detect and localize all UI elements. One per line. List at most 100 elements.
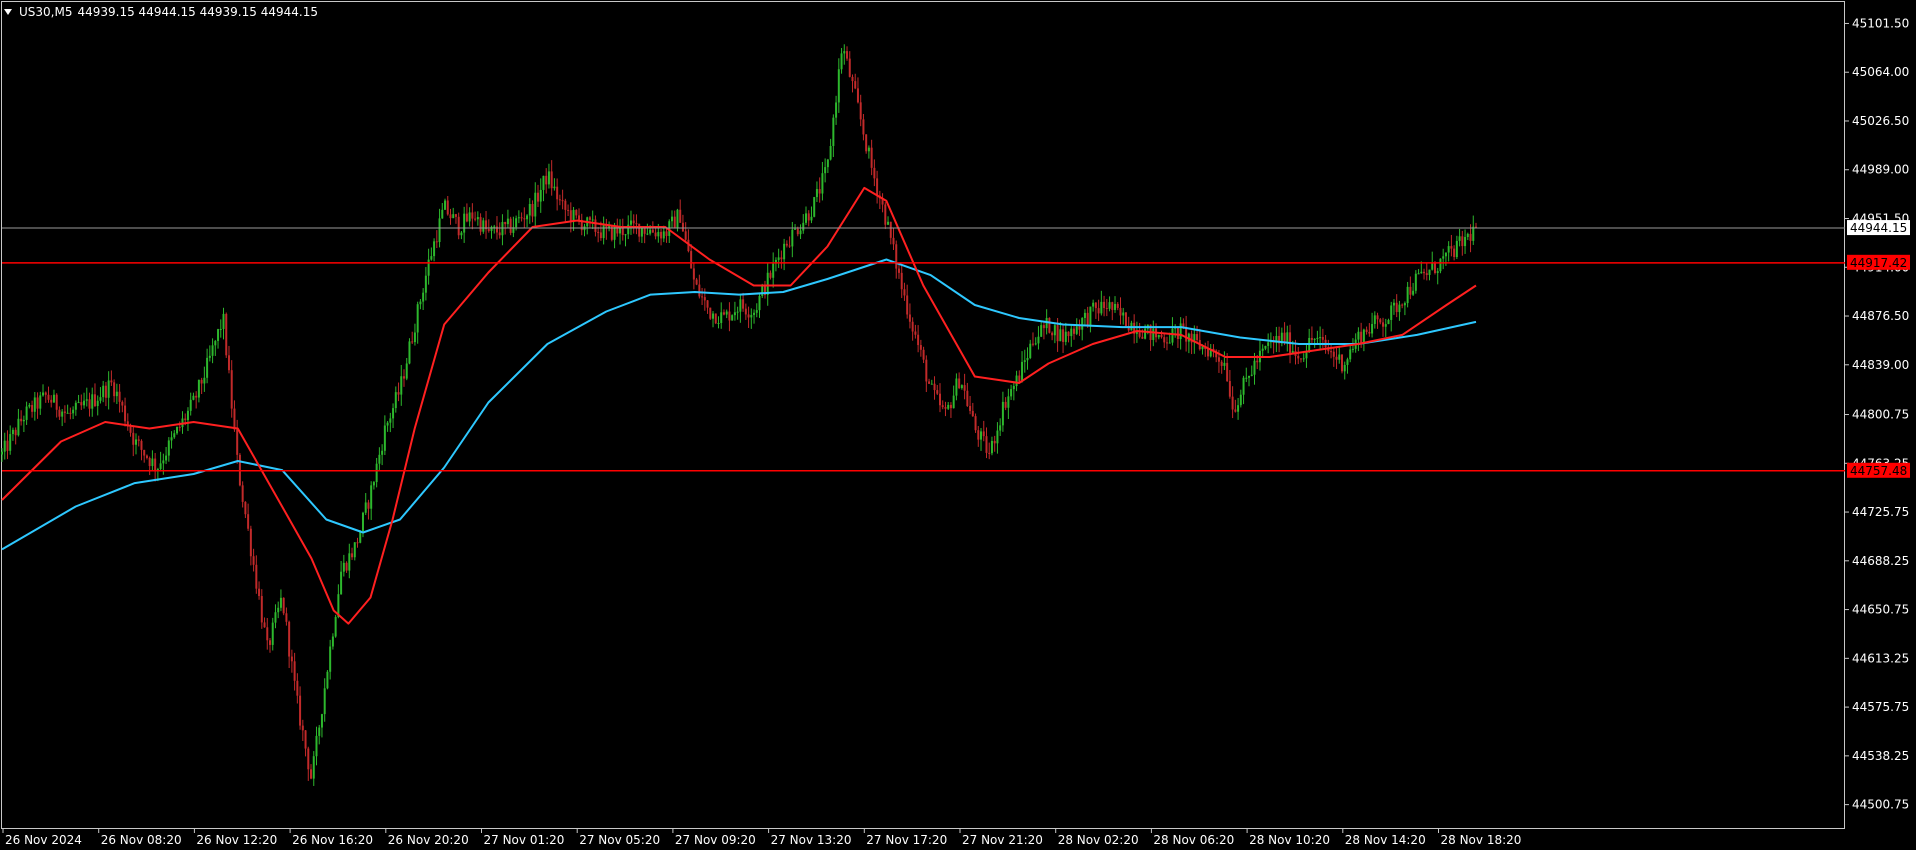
candle-body	[482, 220, 485, 232]
price-axis[interactable]: 45101.5045064.0045026.5044989.0044951.50…	[1845, 16, 1909, 812]
candle-body	[947, 404, 950, 409]
candle-body	[331, 636, 334, 647]
candle-body	[383, 425, 386, 451]
candle-body	[1316, 337, 1319, 339]
candle-body	[977, 430, 980, 440]
candle-body	[501, 221, 504, 236]
candle-body	[703, 297, 706, 301]
price-labels-layer: 44917.42 44757.48 44944.15	[1847, 220, 1910, 478]
candle-body	[50, 399, 53, 403]
candle-body	[1351, 348, 1354, 350]
candle-body	[22, 419, 25, 422]
candle-body	[1261, 348, 1264, 351]
candle-body	[299, 695, 302, 726]
candle-body	[1111, 302, 1114, 310]
current-price-tag-text: 44944.15	[1850, 221, 1907, 235]
candle-body	[263, 622, 266, 628]
candle-body	[230, 370, 233, 409]
candle-body	[958, 378, 961, 389]
candle-body	[113, 382, 116, 397]
price-tick-label: 44839.00	[1852, 358, 1909, 372]
candle-body	[487, 229, 490, 231]
candle-body	[1171, 328, 1174, 343]
candle-body	[129, 426, 132, 433]
candle-body	[258, 588, 261, 597]
candle-body	[791, 229, 794, 247]
candle-body	[1395, 302, 1398, 313]
price-chart[interactable]: 45101.5045064.0045026.5044989.0044951.50…	[0, 0, 1916, 850]
candle-body	[320, 714, 323, 728]
candle-body	[755, 310, 758, 313]
candle-body	[651, 229, 654, 233]
candle-body	[960, 385, 963, 389]
candle-body	[143, 449, 146, 456]
candle-body	[963, 385, 966, 391]
time-tick-label: 28 Nov 02:20	[1058, 833, 1139, 847]
candle-body	[1031, 343, 1034, 345]
candle-body	[301, 725, 304, 731]
candle-body	[189, 399, 192, 411]
price-tick-label: 44650.75	[1852, 603, 1909, 617]
time-axis[interactable]: 26 Nov 2024 26 Nov 08:20 26 Nov 12:20 26 No…	[2, 829, 1521, 847]
candle-body	[859, 102, 862, 120]
candle-body	[1390, 305, 1393, 320]
candle-body	[58, 409, 61, 417]
candle-body	[1379, 319, 1382, 323]
candle-body	[1182, 323, 1185, 327]
candle-body	[1122, 312, 1125, 316]
candle-body	[1073, 328, 1075, 334]
time-tick-label: 28 Nov 06:20	[1153, 833, 1234, 847]
candle-body	[1042, 325, 1045, 329]
candle-body	[1455, 240, 1458, 258]
candle-body	[690, 251, 693, 269]
candle-body	[490, 226, 493, 231]
candle-body	[1313, 338, 1316, 340]
candle-body	[444, 200, 447, 210]
candle-body	[1062, 329, 1065, 342]
candle-body	[717, 322, 720, 324]
candle-body	[361, 512, 364, 532]
chart-window[interactable]: 45101.50 45064.00 45026.50 44989.00 44951.50…	[0, 0, 1916, 850]
candle-body	[77, 402, 80, 404]
candle-body	[151, 458, 154, 467]
candle-body	[1335, 356, 1338, 360]
candle-body	[840, 53, 843, 70]
candle-body	[408, 341, 411, 364]
candle-body	[679, 209, 682, 223]
candle-body	[990, 440, 993, 454]
candle-body	[1092, 302, 1095, 307]
candle-body	[159, 463, 162, 469]
candle-body	[537, 192, 539, 202]
candle-body	[1458, 236, 1461, 241]
symbol-header[interactable]: US30,M5 44939.15 44944.15 44939.15 44944…	[4, 4, 318, 20]
candle-body	[1299, 358, 1302, 360]
candle-body	[1037, 336, 1040, 344]
price-tick-label: 44538.25	[1852, 749, 1909, 763]
price-tick-label: 44613.25	[1852, 651, 1909, 665]
triangle-down-icon[interactable]	[4, 9, 12, 15]
candle-body	[446, 200, 449, 215]
candle-body	[102, 385, 105, 398]
candle-body	[476, 217, 479, 220]
candle-body	[750, 314, 753, 318]
candle-body	[517, 217, 520, 219]
candle-body	[419, 301, 422, 305]
candle-body	[288, 621, 291, 657]
candle-body	[936, 390, 939, 394]
candle-body	[966, 390, 969, 406]
candle-body	[192, 395, 195, 400]
candle-body	[296, 680, 299, 696]
candle-body	[1163, 337, 1166, 343]
candle-body	[241, 485, 244, 502]
candle-body	[523, 218, 526, 220]
candle-body	[903, 289, 906, 296]
candle-body	[673, 216, 676, 229]
candle-body	[1384, 324, 1387, 327]
candle-body	[624, 234, 627, 236]
candle-body	[897, 268, 900, 273]
candle-body	[1242, 377, 1245, 395]
candle-body	[665, 231, 668, 236]
candle-body	[1409, 286, 1412, 295]
candle-body	[829, 145, 832, 160]
candle-body	[1018, 375, 1021, 382]
